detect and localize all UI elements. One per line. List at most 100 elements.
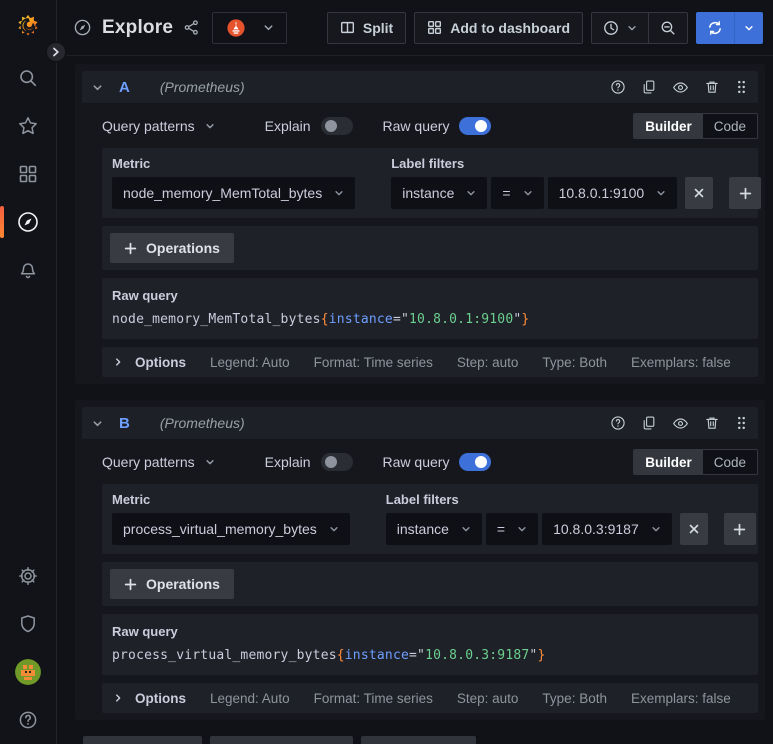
- query-a-builder-panel: Metric node_memory_MemTotal_bytes Label …: [102, 148, 762, 218]
- help-circle-icon: [19, 711, 37, 729]
- grafana-logo-icon: [18, 14, 38, 36]
- collapse-chevron-icon[interactable]: [92, 418, 103, 429]
- close-icon: [694, 188, 704, 198]
- query-history-button[interactable]: Query history: [210, 736, 354, 744]
- remove-filter-button[interactable]: [685, 177, 714, 209]
- label-filters-field: Label filters instance =: [391, 156, 762, 209]
- collapse-chevron-icon[interactable]: [92, 82, 103, 93]
- explain-toggle[interactable]: [320, 117, 353, 135]
- remove-query-trash-icon[interactable]: [704, 415, 720, 431]
- sidebar-item-configuration[interactable]: [0, 552, 56, 600]
- query-b-options-strip: Options Legend: Auto Format: Time series…: [102, 683, 758, 713]
- code-mode-tab[interactable]: Code: [703, 450, 757, 474]
- grafana-logo[interactable]: [12, 12, 44, 44]
- filter-operator-select[interactable]: =: [491, 177, 544, 209]
- explain-toggle[interactable]: [320, 453, 353, 471]
- query-header-actions: [610, 79, 748, 96]
- drag-handle-grip-icon[interactable]: [735, 415, 748, 431]
- remove-query-trash-icon[interactable]: [704, 79, 720, 95]
- add-query-button[interactable]: Add query: [83, 736, 203, 744]
- filter-value-select[interactable]: 10.8.0.3:9187: [542, 513, 672, 545]
- time-range-picker[interactable]: [592, 13, 648, 43]
- code-mode-tab[interactable]: Code: [703, 114, 757, 138]
- query-a-toolbar: Query patterns Explain Raw query Builder…: [102, 112, 758, 140]
- hide-response-eye-icon[interactable]: [672, 415, 689, 432]
- sidebar-item-profile[interactable]: [0, 648, 56, 696]
- sidebar-item-alerting[interactable]: [0, 246, 56, 294]
- metric-select[interactable]: node_memory_MemTotal_bytes: [112, 177, 356, 209]
- query-patterns-dropdown[interactable]: Query patterns: [102, 118, 215, 134]
- options-step: Step: auto: [456, 354, 519, 370]
- raw-query-toggle-label: Raw query: [382, 118, 450, 134]
- chevron-right-icon: [53, 47, 59, 57]
- chevron-down-icon: [264, 25, 273, 31]
- query-patterns-dropdown[interactable]: Query patterns: [102, 454, 215, 470]
- raw-query-toggle[interactable]: [459, 117, 492, 135]
- options-step: Step: auto: [456, 690, 519, 706]
- filter-label-select[interactable]: instance: [391, 177, 488, 209]
- add-operation-button[interactable]: Operations: [110, 233, 234, 263]
- raw-query-toggle[interactable]: [459, 453, 492, 471]
- metric-select[interactable]: process_virtual_memory_bytes: [112, 513, 350, 545]
- zoom-out-time-button[interactable]: [648, 12, 687, 43]
- builder-mode-tab[interactable]: Builder: [634, 450, 703, 474]
- toolbar-actions: Split Add to dashboard: [326, 11, 763, 44]
- sidebar-item-explore[interactable]: [0, 198, 56, 246]
- builder-mode-tab[interactable]: Builder: [634, 114, 703, 138]
- star-icon: [19, 117, 37, 135]
- explain-label: Explain: [264, 454, 311, 470]
- prometheus-logo-icon: [227, 18, 245, 37]
- chevron-down-icon: [745, 25, 753, 30]
- query-help-icon[interactable]: [610, 415, 626, 431]
- explore-content: A (Prometheus) Query patterns Explain Ra…: [57, 56, 773, 744]
- sidebar-item-server-admin[interactable]: [0, 600, 56, 648]
- add-filter-button[interactable]: [729, 177, 762, 209]
- run-query-button[interactable]: [696, 12, 734, 44]
- operations-button-label: Operations: [146, 576, 220, 592]
- duplicate-query-icon[interactable]: [641, 79, 657, 95]
- inspector-button[interactable]: Inspector: [361, 736, 477, 744]
- query-a-header[interactable]: A (Prometheus): [82, 71, 758, 103]
- add-operation-button[interactable]: Operations: [110, 569, 234, 599]
- sidebar-item-dashboards[interactable]: [0, 150, 56, 198]
- filter-operator-select[interactable]: =: [485, 513, 539, 545]
- query-b-header[interactable]: B (Prometheus): [82, 407, 758, 439]
- options-collapse-toggle[interactable]: Options: [113, 355, 186, 370]
- toggle-knob: [475, 120, 488, 132]
- duplicate-query-icon[interactable]: [641, 415, 657, 431]
- raw-query-expression: node_memory_MemTotal_bytes{instance="10.…: [112, 312, 530, 327]
- sidebar-expand-button[interactable]: [45, 41, 67, 63]
- label-filters-label: Label filters: [385, 492, 459, 507]
- remove-filter-button[interactable]: [679, 513, 708, 545]
- hide-response-eye-icon[interactable]: [672, 79, 689, 96]
- add-filter-button[interactable]: [723, 513, 756, 545]
- query-editor-row-a: A (Prometheus) Query patterns Explain Ra…: [75, 64, 765, 384]
- toggle-knob: [475, 456, 488, 468]
- query-ref-id: B: [119, 414, 130, 432]
- run-query-split-button: [696, 11, 763, 44]
- sidebar-item-search[interactable]: [0, 54, 56, 102]
- query-a-raw-query-panel: Raw query node_memory_MemTotal_bytes{ins…: [102, 278, 758, 339]
- split-button[interactable]: Split: [326, 11, 407, 44]
- options-collapse-toggle[interactable]: Options: [113, 691, 186, 706]
- chevron-down-icon: [657, 191, 665, 196]
- chevron-right-icon: [116, 358, 121, 366]
- query-header-actions: [610, 415, 748, 432]
- sidebar-item-favorites[interactable]: [0, 102, 56, 150]
- sidebar-item-help[interactable]: [0, 696, 56, 744]
- datasource-picker[interactable]: [212, 11, 288, 44]
- run-query-interval-dropdown[interactable]: [734, 11, 763, 44]
- filter-label-select[interactable]: instance: [385, 513, 482, 545]
- explain-label: Explain: [264, 118, 311, 134]
- chevron-down-icon: [628, 25, 636, 30]
- plus-icon: [124, 578, 137, 590]
- metric-value: node_memory_MemTotal_bytes: [123, 185, 323, 201]
- editor-mode-switch: Builder Code: [633, 113, 758, 139]
- drag-handle-grip-icon[interactable]: [735, 79, 748, 95]
- chevron-down-icon: [518, 527, 526, 532]
- chevron-right-icon: [116, 694, 121, 702]
- filter-value-select[interactable]: 10.8.0.1:9100: [547, 177, 678, 209]
- query-help-icon[interactable]: [610, 79, 626, 95]
- add-to-dashboard-button[interactable]: Add to dashboard: [414, 11, 583, 44]
- share-icon[interactable]: [183, 19, 200, 36]
